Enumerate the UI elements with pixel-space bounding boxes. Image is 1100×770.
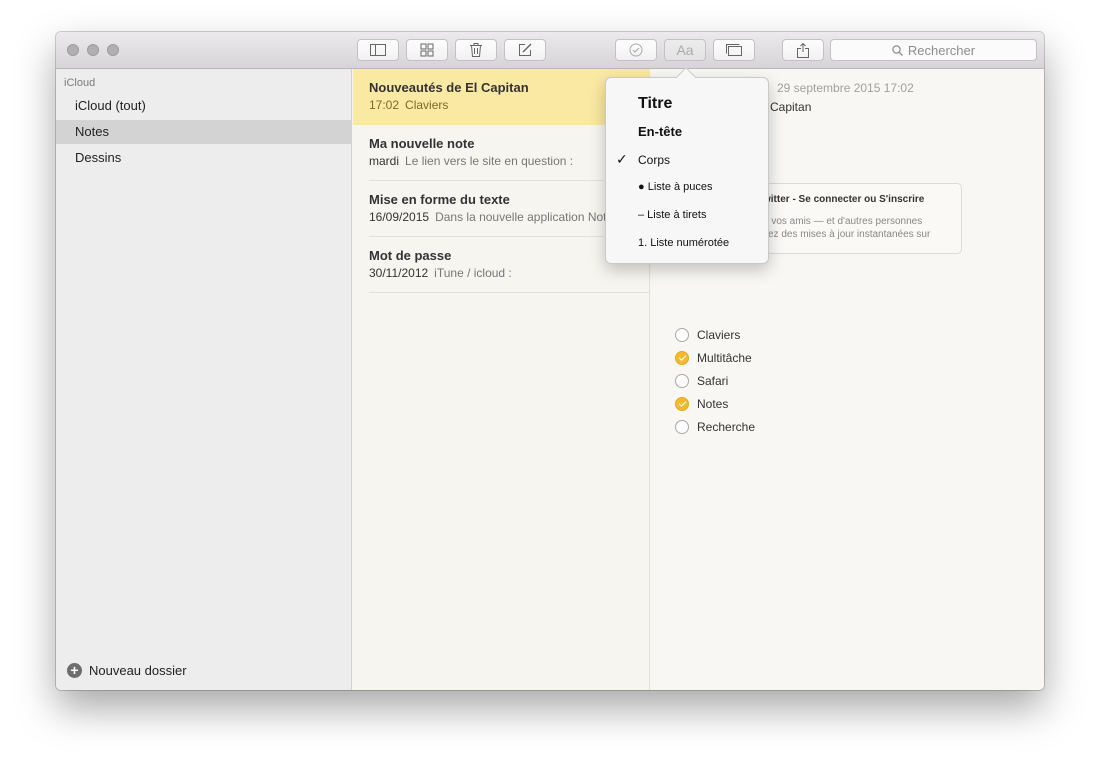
notes-window: Aa Rechercher iCloud iCloud (tout) Notes… bbox=[56, 32, 1044, 690]
sidebar-section-icloud: iCloud bbox=[64, 77, 96, 89]
note-timestamp: 29 septembre 2015 17:02 bbox=[777, 81, 914, 95]
note-date: 16/09/2015 bbox=[369, 210, 430, 224]
link-preview-card[interactable]: witter - Se connecter ou S'inscrire à vo… bbox=[747, 183, 962, 254]
checkbox-checked-icon[interactable] bbox=[675, 351, 689, 365]
trash-icon bbox=[470, 43, 482, 57]
zoom-window-button[interactable] bbox=[107, 44, 119, 56]
checklist-item[interactable]: Recherche bbox=[675, 420, 755, 434]
font-format-icon: Aa bbox=[676, 42, 694, 58]
note-date: 30/11/2012 bbox=[369, 266, 429, 280]
checklist-item[interactable]: Notes bbox=[675, 397, 728, 411]
note-preview: Le lien vers le site en question : bbox=[405, 154, 574, 168]
folders-sidebar: iCloud iCloud (tout) Notes Dessins + Nou… bbox=[56, 69, 352, 690]
note-preview: Claviers bbox=[405, 98, 449, 112]
checklist-item[interactable]: Multitâche bbox=[675, 351, 752, 365]
checkbox-empty-icon[interactable] bbox=[675, 420, 689, 434]
link-card-title: witter - Se connecter ou S'inscrire bbox=[763, 194, 925, 205]
format-option-numbered-list[interactable]: 1. Liste numérotée bbox=[638, 237, 729, 249]
compose-icon bbox=[519, 43, 532, 56]
note-preview: iTune / icloud : bbox=[434, 266, 512, 280]
link-card-text: à vos amis — et d'autres personnes bbox=[763, 216, 923, 227]
new-note-button[interactable] bbox=[504, 39, 546, 61]
checklist-label: Multitâche bbox=[697, 351, 752, 365]
checklist-item[interactable]: Claviers bbox=[675, 328, 740, 342]
grid-icon bbox=[420, 43, 434, 57]
toggle-folders-button[interactable] bbox=[357, 39, 399, 61]
format-option-title[interactable]: Titre bbox=[638, 95, 672, 113]
text-format-button[interactable]: Aa bbox=[664, 39, 706, 61]
search-placeholder: Rechercher bbox=[907, 42, 976, 58]
checklist-label: Notes bbox=[697, 397, 729, 411]
sidebar-icon bbox=[370, 44, 386, 56]
new-folder-label: Nouveau dossier bbox=[89, 663, 187, 678]
checkmark-icon: ✓ bbox=[616, 151, 628, 167]
format-option-dashed-list[interactable]: – Liste à tirets bbox=[638, 209, 706, 221]
checkbox-empty-icon[interactable] bbox=[675, 328, 689, 342]
checklist-label: Claviers bbox=[697, 328, 741, 342]
divider bbox=[369, 292, 650, 293]
format-option-body[interactable]: Corps bbox=[638, 153, 670, 167]
toolbar: Aa Rechercher bbox=[56, 32, 1044, 69]
format-option-bulleted-list[interactable]: ● Liste à puces bbox=[638, 181, 713, 193]
checkbox-checked-icon[interactable] bbox=[675, 397, 689, 411]
photo-browser-icon bbox=[726, 44, 742, 56]
format-option-heading[interactable]: En-tête bbox=[638, 124, 682, 139]
sidebar-item-icloud-all[interactable]: iCloud (tout) bbox=[56, 94, 352, 118]
note-body-title: Capitan bbox=[770, 100, 812, 114]
text-format-popover: ✓ Titre En-tête Corps ● Liste à puces – … bbox=[605, 67, 769, 264]
note-date: mardi bbox=[369, 154, 400, 168]
checkmark-circle-icon bbox=[629, 43, 643, 57]
plus-icon: + bbox=[67, 663, 82, 678]
new-folder-button[interactable]: + Nouveau dossier bbox=[67, 663, 187, 678]
sidebar-item-notes[interactable]: Notes bbox=[56, 120, 352, 144]
close-window-button[interactable] bbox=[67, 44, 79, 56]
checklist-label: Safari bbox=[697, 374, 729, 388]
search-icon bbox=[892, 44, 903, 56]
checklist-label: Recherche bbox=[697, 420, 756, 434]
minimize-window-button[interactable] bbox=[87, 44, 99, 56]
delete-note-button[interactable] bbox=[455, 39, 497, 61]
link-card-text: vez des mises à jour instantanées sur bbox=[763, 229, 931, 240]
checklist-button[interactable] bbox=[615, 39, 657, 61]
checklist-item[interactable]: Safari bbox=[675, 374, 728, 388]
note-preview: Dans la nouvelle application Notes bbox=[435, 210, 620, 224]
checkbox-empty-icon[interactable] bbox=[675, 374, 689, 388]
note-date: 17:02 bbox=[369, 98, 400, 112]
share-icon bbox=[797, 42, 809, 58]
search-field[interactable]: Rechercher bbox=[830, 39, 1037, 61]
add-attachment-button[interactable] bbox=[713, 39, 755, 61]
share-button[interactable] bbox=[782, 39, 824, 61]
sidebar-item-dessins[interactable]: Dessins bbox=[56, 146, 352, 170]
attachments-browser-button[interactable] bbox=[406, 39, 448, 61]
